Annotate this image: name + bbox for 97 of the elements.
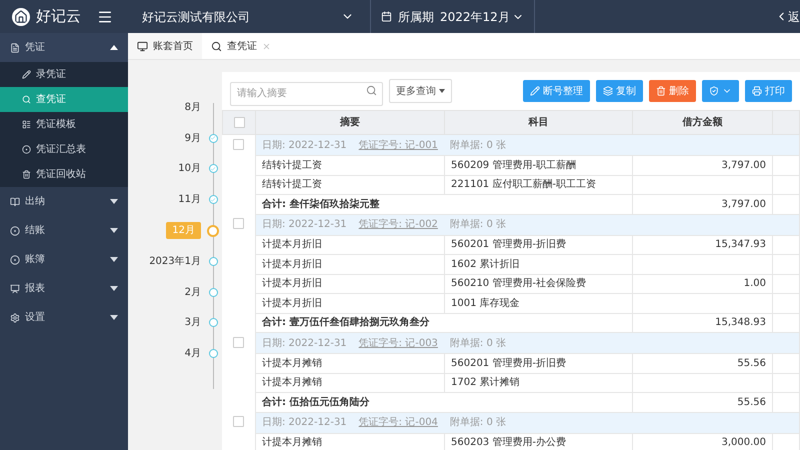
month-label[interactable]: 4月 [184, 346, 201, 362]
month-label[interactable]: 8月 [184, 100, 201, 115]
table-cell: 55.56 [632, 392, 772, 412]
voucher-date: 日期: 2022-12-31 [262, 338, 347, 348]
logo-text: 好记云 [36, 6, 81, 28]
printer-icon [752, 86, 762, 96]
table-cell: 1001 库存现金 [444, 294, 632, 313]
month-label[interactable]: 3月 [184, 315, 201, 330]
table-cell: 1602 累计折旧 [444, 254, 632, 274]
trash-icon [22, 170, 31, 179]
submenu-item[interactable]: 凭证回收站 [0, 162, 128, 187]
circle-icon [10, 254, 20, 264]
circle-icon [22, 145, 31, 154]
table-cell: 1.00 [632, 274, 772, 294]
pencil-icon [530, 86, 540, 96]
close-icon[interactable] [262, 42, 271, 50]
menu-icon[interactable] [97, 8, 113, 24]
table-cell: 560201 管理费用-折旧费 [444, 235, 632, 254]
caret-icon [110, 257, 118, 262]
table-cell: 计提本月摊销 [256, 433, 444, 450]
sidebar-item[interactable]: 出纳 [0, 187, 128, 216]
toolbar-button[interactable] [702, 80, 739, 102]
attachment-count: 附单据: 0 张 [450, 417, 506, 428]
sidebar-item[interactable]: 凭证 [0, 33, 128, 62]
stack-icon [603, 86, 613, 96]
month-label[interactable]: 9月 [184, 130, 201, 146]
sidebar-item[interactable]: 报表 [0, 274, 128, 303]
monitor-icon [137, 40, 148, 52]
table-cell: 计提本月折旧 [256, 294, 444, 313]
voucher-date: 日期: 2022-12-31 [262, 417, 347, 428]
attachment-count: 附单据: 0 张 [450, 338, 506, 348]
attachment-count: 附单据: 0 张 [450, 219, 506, 230]
search-icon [211, 40, 222, 52]
sidebar-item[interactable]: 账簿 [0, 245, 128, 274]
month-label[interactable]: 11月 [178, 192, 201, 208]
checkbox[interactable] [233, 336, 244, 348]
sidebar-item[interactable]: 设置 [0, 303, 128, 332]
voucher-date: 日期: 2022-12-31 [262, 219, 347, 230]
more-query-dropdown[interactable]: 更多查询 [389, 79, 452, 103]
table-cell: 3,797.00 [632, 156, 772, 175]
settings-icon [10, 312, 20, 322]
caret-icon [110, 286, 118, 291]
calendar-icon [381, 11, 392, 22]
table-cell: 计提本月摊销 [256, 354, 444, 373]
table-cell: 3,797.00 [632, 194, 772, 214]
table-cell: 结转计提工资 [256, 156, 444, 175]
month-label[interactable]: 10月 [178, 161, 201, 176]
checkbox[interactable] [233, 139, 244, 150]
book-icon [10, 196, 20, 206]
table-cell: 合计: 叁仟柒佰玖拾柒元整 [256, 194, 632, 214]
back-button[interactable]: 返 [767, 8, 800, 26]
caret-icon [110, 199, 118, 204]
trash-icon [656, 86, 666, 96]
caret-icon [110, 45, 118, 50]
table-cell: 560210 管理费用-社会保险费 [444, 274, 632, 294]
table-cell: 合计: 伍拾伍元伍角陆分 [256, 392, 632, 412]
column-header: 借方金额 [632, 110, 772, 134]
company-selector[interactable]: 好记云测试有限公司 [128, 8, 370, 26]
circle-icon [10, 226, 20, 236]
pencil-icon [22, 70, 31, 79]
submenu-item[interactable]: 录凭证 [0, 62, 128, 87]
shield-check-icon [709, 86, 719, 96]
period-label: 所属期 [398, 8, 434, 26]
submenu-item[interactable]: 凭证汇总表 [0, 137, 128, 162]
voucher-date: 日期: 2022-12-31 [262, 140, 347, 150]
caret-icon [110, 315, 118, 320]
checkbox[interactable] [234, 117, 244, 128]
board-icon [10, 284, 20, 294]
table-cell: 计提本月折旧 [256, 274, 444, 294]
table-cell: 560209 管理费用-职工薪酬 [444, 156, 632, 175]
table-cell: 结转计提工资 [256, 175, 444, 194]
attachment-count: 附单据: 0 张 [450, 140, 506, 150]
checkbox[interactable] [233, 218, 244, 229]
checkbox[interactable] [233, 416, 244, 427]
month-label[interactable]: 2023年1月 [149, 254, 201, 269]
month-label[interactable]: 2月 [184, 284, 201, 300]
sidebar-item[interactable]: 结账 [0, 216, 128, 245]
search-field[interactable]: 请输入摘要 [230, 82, 383, 106]
table-cell: 计提本月折旧 [256, 254, 444, 274]
table-cell: 1702 累计摊销 [444, 373, 632, 392]
search-icon [22, 95, 31, 104]
tab[interactable]: 账套首页 [128, 33, 202, 59]
house-logo-icon [12, 8, 30, 26]
table-cell: 计提本月折旧 [256, 235, 444, 254]
table-cell: 560201 管理费用-折旧费 [444, 354, 632, 373]
table-cell: 55.56 [632, 354, 772, 373]
column-header: 科目 [444, 110, 632, 134]
table-cell: 221101 应付职工薪酬-职工工资 [444, 175, 632, 194]
search-icon[interactable] [366, 85, 377, 96]
table-cell: 计提本月摊销 [256, 373, 444, 392]
list-icon [22, 120, 31, 129]
column-header: 摘要 [256, 110, 444, 134]
document-icon [10, 42, 20, 52]
submenu-item[interactable]: 凭证模板 [0, 112, 128, 137]
period-selector[interactable]: 2022年12月 [440, 8, 524, 26]
table-cell: 15,347.93 [632, 235, 772, 254]
caret-icon [110, 228, 118, 233]
